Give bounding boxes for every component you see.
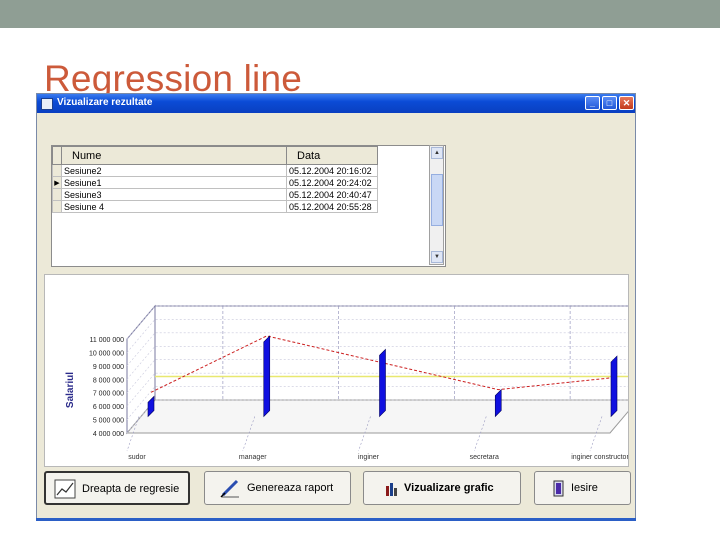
table-row[interactable]: Sesiune 4 05.12.2004 20:55:28 <box>52 200 378 213</box>
bar <box>379 348 386 418</box>
session-date-cell[interactable]: 05.12.2004 20:40:47 <box>286 188 378 201</box>
chart-icon <box>54 479 76 499</box>
view-chart-button[interactable]: Vizualizare grafic <box>363 471 521 505</box>
column-header-nume[interactable]: Nume <box>61 146 287 165</box>
x-tick-label: inginer constructor <box>571 454 628 461</box>
salary-chart: 4 000 000 5 000 000 6 000 000 7 000 000 8 00… <box>65 304 628 461</box>
app-window: Vizualizare rezultate _ □ ✕ Nume Data Se… <box>36 93 636 521</box>
regression-line-button[interactable]: Dreapta de regresie <box>44 471 190 505</box>
chart-floor <box>125 399 628 434</box>
window-title: Vizualizare rezultate <box>57 97 153 108</box>
y-tick-label: 5 000 000 <box>93 418 124 425</box>
x-tick-label: secretara <box>470 454 499 461</box>
table-row[interactable]: Sesiune3 05.12.2004 20:40:47 <box>52 188 378 201</box>
x-tick-label: manager <box>239 454 267 461</box>
row-indicator <box>52 200 62 213</box>
session-name-cell[interactable]: Sesiune 4 <box>61 200 287 213</box>
row-indicator: ▶ <box>52 176 62 189</box>
minimize-button[interactable]: _ <box>585 96 600 110</box>
row-indicator-header <box>52 146 62 165</box>
row-indicator <box>52 188 62 201</box>
regression-line-label: Dreapta de regresie <box>82 483 180 495</box>
x-tick-label: sudor <box>128 454 146 461</box>
sessions-grid[interactable]: Nume Data Sesiune2 05.12.2004 20:16:02 ▶ Se… <box>51 145 446 267</box>
y-tick-label: 7 000 000 <box>93 391 124 398</box>
session-date-cell[interactable]: 05.12.2004 20:24:02 <box>286 176 378 189</box>
view-chart-label: Vizualizare grafic <box>404 482 494 494</box>
x-tick-label: inginer <box>358 454 380 461</box>
app-icon <box>41 98 53 110</box>
chart-panel: 4 000 000 5 000 000 6 000 000 7 000 000 8 00… <box>44 274 629 467</box>
y-tick-label: 4 000 000 <box>93 431 124 438</box>
bar-chart-icon <box>386 483 397 496</box>
y-tick-label: 6 000 000 <box>93 404 124 411</box>
bar <box>610 355 618 418</box>
table-row[interactable]: ▶ Sesiune1 05.12.2004 20:24:02 <box>52 176 378 189</box>
exit-button[interactable]: Iesire <box>534 471 631 505</box>
exit-icon <box>553 480 564 497</box>
chart-back-wall <box>154 305 628 401</box>
slide-top-bar <box>0 0 720 28</box>
table-row[interactable]: Sesiune2 05.12.2004 20:16:02 <box>52 164 378 177</box>
session-name-cell[interactable]: Sesiune3 <box>61 188 287 201</box>
window-title-bar[interactable]: Vizualizare rezultate _ □ ✕ <box>37 94 635 113</box>
y-tick-label: 10 000 000 <box>89 350 124 357</box>
y-tick-label: 9 000 000 <box>93 364 124 371</box>
session-date-cell[interactable]: 05.12.2004 20:55:28 <box>286 200 378 213</box>
close-button[interactable]: ✕ <box>619 96 634 110</box>
generate-report-label: Genereaza raport <box>247 482 334 494</box>
y-axis-label: Salariul <box>65 372 76 408</box>
session-name-cell[interactable]: Sesiune2 <box>61 164 287 177</box>
scroll-thumb[interactable] <box>431 174 443 226</box>
pen-icon <box>220 479 239 498</box>
bar <box>263 335 271 418</box>
session-name-cell[interactable]: Sesiune1 <box>61 176 287 189</box>
maximize-button[interactable]: □ <box>602 96 617 110</box>
slide-bottom-line <box>36 518 636 521</box>
scroll-down-button[interactable]: ▼ <box>431 251 443 263</box>
session-date-cell[interactable]: 05.12.2004 20:16:02 <box>286 164 378 177</box>
row-indicator <box>52 164 62 177</box>
column-header-data[interactable]: Data <box>286 146 378 165</box>
y-tick-label: 8 000 000 <box>93 377 124 384</box>
exit-label: Iesire <box>571 482 598 494</box>
y-tick-label: 11 000 000 <box>89 337 124 344</box>
generate-report-button[interactable]: Genereaza raport <box>204 471 351 505</box>
scroll-up-button[interactable]: ▲ <box>431 147 443 159</box>
grid-scrollbar[interactable]: ▲ ▼ <box>429 145 444 265</box>
